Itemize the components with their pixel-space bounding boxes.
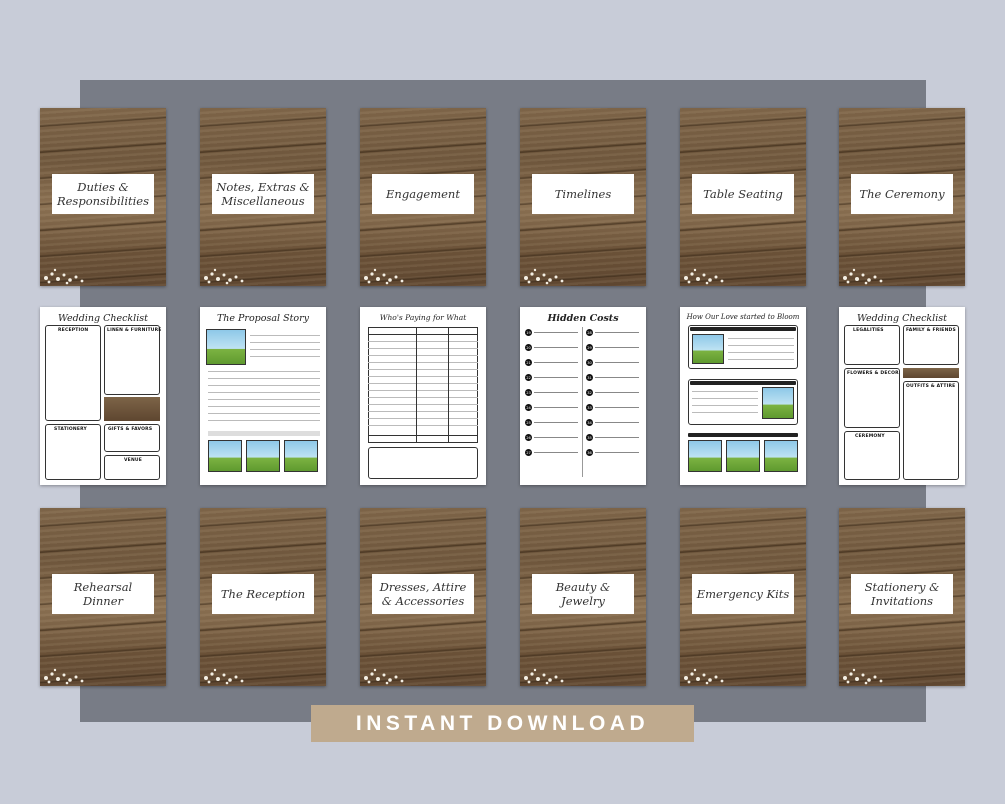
section-heading: VENUE: [124, 458, 143, 463]
babys-breath-icon: [364, 668, 404, 685]
landscape-photo: [246, 440, 280, 472]
cover-title: Duties & Responsibilities: [52, 174, 154, 214]
babys-breath-icon: [204, 268, 244, 285]
babys-breath-icon: [44, 268, 84, 285]
landscape-photo: [688, 440, 722, 472]
section-heading: LEGALITIES: [853, 328, 884, 333]
section-heading: RECEPTION: [58, 328, 89, 333]
babys-breath-icon: [524, 668, 564, 685]
section-heading: LINEN & FURNITURE: [107, 328, 162, 333]
landscape-photo: [692, 334, 724, 364]
section-heading: CEREMONY: [855, 434, 885, 439]
page-title: Wedding Checklist: [58, 313, 148, 324]
cover-title: Rehearsal Dinner: [52, 574, 154, 614]
page-whos-paying: Who's Paying for What: [360, 307, 486, 485]
babys-breath-icon: [44, 668, 84, 685]
flowers-box: [844, 368, 900, 428]
babys-breath-icon: [204, 668, 244, 685]
babys-breath-icon: [364, 268, 404, 285]
stationery-box: [45, 424, 101, 480]
page-wedding-checklist: Wedding Checklist RECEPTION LINEN & FURN…: [40, 307, 166, 485]
cover-engagement: Engagement: [360, 108, 486, 286]
cover-table-seating: Table Seating: [680, 108, 806, 286]
section-heading: FAMILY & FRIENDS: [906, 328, 956, 333]
landscape-photo: [284, 440, 318, 472]
babys-breath-icon: [843, 268, 883, 285]
landscape-photo: [206, 329, 246, 365]
page-title: Who's Paying for What: [379, 313, 467, 322]
cover-duties: Duties & Responsibilities: [40, 108, 166, 286]
caption-bar: [208, 431, 320, 436]
page-title: The Proposal Story: [216, 313, 310, 324]
cover-notes: Notes, Extras & Miscellaneous: [200, 108, 326, 286]
reception-box: [45, 325, 101, 421]
cover-stationery: Stationery & Invitations: [839, 508, 965, 686]
page-title: Hidden Costs: [547, 313, 619, 324]
landscape-photo: [208, 440, 242, 472]
cover-title: Timelines: [532, 174, 634, 214]
cover-ceremony: The Ceremony: [839, 108, 965, 286]
landscape-photo: [762, 387, 794, 419]
page-title: How Our Love started to Bloom: [686, 313, 800, 321]
wood-photo: [104, 397, 160, 421]
cover-title: Emergency Kits: [692, 574, 794, 614]
instant-download-banner: INSTANT DOWNLOAD: [311, 705, 694, 742]
page-title: Wedding Checklist: [857, 313, 947, 324]
outfits-box: [903, 381, 959, 480]
landscape-photo: [726, 440, 760, 472]
preview-grid: Duties & Responsibilities Notes, Extras …: [40, 108, 965, 686]
notes-box: [368, 447, 478, 479]
cover-title: The Ceremony: [851, 174, 953, 214]
cover-timelines: Timelines: [520, 108, 646, 286]
wood-photo: [903, 368, 959, 378]
section-heading: GIFTS & FAVORS: [108, 427, 153, 432]
cover-title: Beauty & Jewelry: [532, 574, 634, 614]
page-love-bloom: How Our Love started to Bloom: [680, 307, 806, 485]
page-wedding-checklist-2: Wedding Checklist LEGALITIES FAMILY & FR…: [839, 307, 965, 485]
cover-beauty: Beauty & Jewelry: [520, 508, 646, 686]
page-hidden-costs: Hidden Costs 19 28 20 29 21 30 22 31 23 32 24…: [520, 307, 646, 485]
babys-breath-icon: [843, 668, 883, 685]
landscape-photo: [764, 440, 798, 472]
page-proposal-story: The Proposal Story: [200, 307, 326, 485]
cover-title: Table Seating: [692, 174, 794, 214]
cover-title: Stationery & Invitations: [851, 574, 953, 614]
section-heading: OUTFITS & ATTIRE: [906, 384, 956, 389]
cover-title: Engagement: [372, 174, 474, 214]
cover-emergency-kits: Emergency Kits: [680, 508, 806, 686]
cover-dresses: Dresses, Attire & Accessories: [360, 508, 486, 686]
babys-breath-icon: [684, 668, 724, 685]
section-heading: FLOWERS & DECOR: [847, 371, 899, 376]
section-heading: STATIONERY: [54, 427, 87, 432]
cover-rehearsal-dinner: Rehearsal Dinner: [40, 508, 166, 686]
cover-title: Dresses, Attire & Accessories: [372, 574, 474, 614]
babys-breath-icon: [684, 268, 724, 285]
cover-title: The Reception: [212, 574, 314, 614]
cover-title: Notes, Extras & Miscellaneous: [212, 174, 314, 214]
babys-breath-icon: [524, 268, 564, 285]
linen-box: [104, 325, 160, 395]
cover-reception: The Reception: [200, 508, 326, 686]
